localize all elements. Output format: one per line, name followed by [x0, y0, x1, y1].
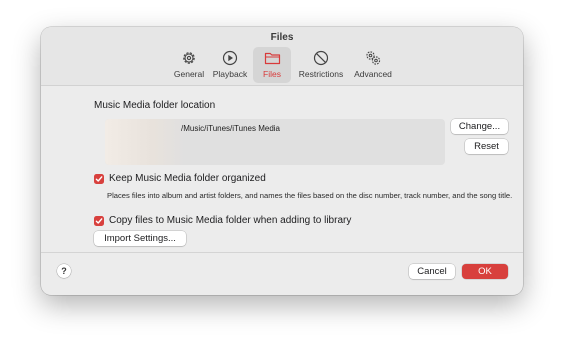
folder-icon [264, 47, 281, 66]
ok-button[interactable]: OK [462, 264, 508, 279]
toolbar: Files General Playback Files Restriction… [41, 27, 523, 86]
checkmark-icon [95, 217, 103, 224]
change-button[interactable]: Change... [451, 119, 508, 134]
preferences-window: Files General Playback Files Restriction… [41, 27, 523, 295]
reset-button[interactable]: Reset [465, 139, 508, 154]
gear-icon [181, 47, 197, 66]
copy-files-checkbox[interactable] [94, 215, 104, 226]
checkmark-icon [95, 175, 103, 182]
keep-organized-label: Keep Music Media folder organized [109, 173, 266, 184]
tab-advanced-label: Advanced [354, 69, 392, 79]
import-settings-button[interactable]: Import Settings... [94, 231, 186, 246]
keep-organized-description: Places files into album and artist folde… [107, 191, 513, 200]
tab-restrictions[interactable]: Restrictions [296, 47, 346, 83]
copy-files-option[interactable]: Copy files to Music Media folder when ad… [94, 215, 351, 226]
restricted-icon [313, 47, 329, 66]
window-title: Files [270, 32, 294, 43]
tab-playback-label: Playback [212, 69, 248, 79]
media-folder-path: /Music/iTunes/iTunes Media [181, 124, 280, 133]
tab-playback[interactable]: Playback [211, 47, 249, 83]
tab-restrictions-label: Restrictions [298, 69, 344, 79]
keep-organized-option[interactable]: Keep Music Media folder organized [94, 173, 266, 184]
footer-divider [41, 252, 523, 253]
path-redacted-area [105, 119, 185, 165]
help-button[interactable]: ? [57, 264, 71, 278]
cancel-button[interactable]: Cancel [409, 264, 455, 279]
tab-advanced[interactable]: Advanced [351, 47, 395, 83]
copy-files-label: Copy files to Music Media folder when ad… [109, 215, 352, 226]
media-folder-path-field: /Music/iTunes/iTunes Media [105, 119, 445, 165]
tab-files[interactable]: Files [253, 47, 291, 83]
keep-organized-checkbox[interactable] [94, 173, 104, 184]
play-icon [222, 47, 238, 66]
tab-general-label: General [173, 69, 205, 79]
tab-general[interactable]: General [171, 47, 207, 83]
media-folder-label: Music Media folder location [94, 100, 216, 111]
tab-files-label: Files [263, 69, 281, 79]
gears-icon [364, 47, 382, 66]
